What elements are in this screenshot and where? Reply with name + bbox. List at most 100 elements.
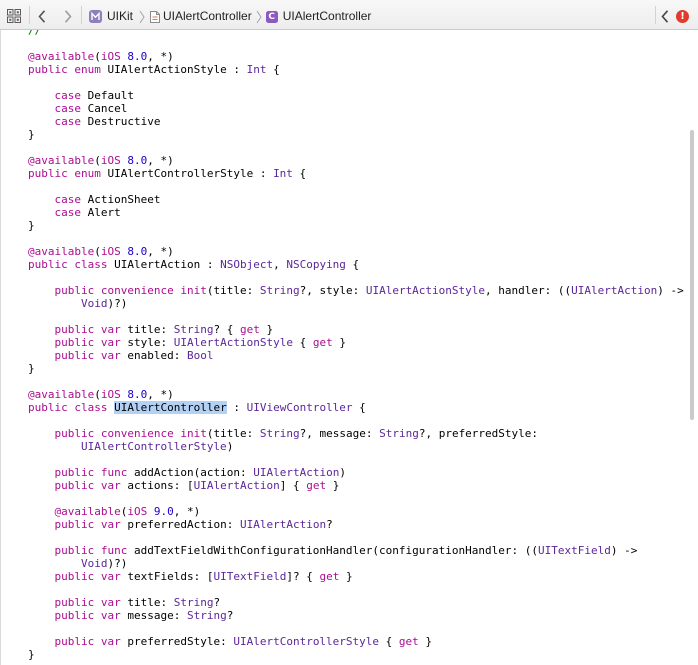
code-text: (title: bbox=[206, 284, 260, 297]
code-text: Alert bbox=[81, 206, 121, 219]
code-text: addTextFieldWithConfigurationHandler(con… bbox=[127, 544, 538, 557]
code-line[interactable]: public convenience init(title: String?, … bbox=[28, 284, 684, 297]
code-line[interactable]: public var enabled: Bool bbox=[28, 349, 684, 362]
code-line[interactable]: public func addAction(action: UIAlertAct… bbox=[28, 466, 684, 479]
code-keyword: public bbox=[28, 63, 68, 76]
path-item-file[interactable]: UIAlertController bbox=[150, 9, 252, 24]
blank-code-line[interactable] bbox=[28, 37, 684, 50]
code-line[interactable]: public enum UIAlertActionStyle : Int { bbox=[28, 63, 684, 76]
forward-button[interactable] bbox=[63, 9, 73, 23]
code-line[interactable]: public convenience init(title: String?, … bbox=[28, 427, 684, 440]
code-line[interactable]: public func addTextFieldWithConfiguratio… bbox=[28, 544, 684, 557]
code-text: ?, preferredStyle: bbox=[418, 427, 539, 440]
blank-code-line[interactable] bbox=[28, 232, 684, 245]
blank-code-line[interactable] bbox=[28, 180, 684, 193]
blank-code-line[interactable] bbox=[28, 76, 684, 89]
code-keyword: get bbox=[306, 479, 327, 492]
code-keyword: iOS bbox=[100, 245, 121, 258]
code-line[interactable]: public class UIAlertAction : NSObject, N… bbox=[28, 258, 684, 271]
code-type-name: UIAlertControllerStyle bbox=[233, 635, 380, 648]
code-text: { bbox=[379, 635, 399, 648]
code-keyword: iOS bbox=[100, 388, 121, 401]
code-line[interactable]: case Cancel bbox=[28, 102, 684, 115]
code-line[interactable]: @available(iOS 8.0, *) bbox=[28, 50, 684, 63]
path-separator-icon bbox=[139, 10, 145, 23]
code-type-name: UIAlertActionStyle bbox=[173, 336, 293, 349]
code-line[interactable]: Void)?) bbox=[28, 297, 684, 310]
error-icon[interactable]: ! bbox=[676, 10, 689, 23]
code-line[interactable]: @available(iOS 9.0, *) bbox=[28, 505, 684, 518]
code-type-name: UIViewController bbox=[246, 401, 353, 414]
code-line[interactable]: public var message: String? bbox=[28, 609, 684, 622]
blank-code-line[interactable] bbox=[28, 583, 684, 596]
code-line[interactable]: public var title: String? bbox=[28, 596, 684, 609]
code-type-name: UIAlertAction bbox=[239, 518, 327, 531]
code-line[interactable]: } bbox=[28, 219, 684, 232]
code-number: 8.0 bbox=[127, 245, 148, 258]
blank-code-line[interactable] bbox=[28, 453, 684, 466]
code-line[interactable]: case ActionSheet bbox=[28, 193, 684, 206]
code-text: { bbox=[292, 336, 313, 349]
code-line[interactable]: public enum UIAlertControllerStyle : Int… bbox=[28, 167, 684, 180]
code-line[interactable]: public var textFields: [UITextField]? { … bbox=[28, 570, 684, 583]
code-keyword: enum bbox=[74, 63, 101, 76]
code-keyword: @available bbox=[28, 50, 95, 63]
code-line[interactable]: case Default bbox=[28, 89, 684, 102]
code-line[interactable]: } bbox=[28, 362, 684, 375]
code-line[interactable]: public var preferredAction: UIAlertActio… bbox=[28, 518, 684, 531]
blank-code-line[interactable] bbox=[28, 271, 684, 284]
path-item-class[interactable]: C UIAlertController bbox=[265, 9, 371, 24]
code-text: ( bbox=[94, 245, 101, 258]
blank-code-line[interactable] bbox=[28, 310, 684, 323]
code-line[interactable]: @available(iOS 8.0, *) bbox=[28, 154, 684, 167]
code-text: } bbox=[326, 479, 340, 492]
chevron-left-icon bbox=[661, 9, 669, 23]
code-text: ]? { bbox=[286, 570, 320, 583]
code-line[interactable]: public var actions: [UIAlertAction] { ge… bbox=[28, 479, 684, 492]
code-line[interactable]: @available(iOS 8.0, *) bbox=[28, 388, 684, 401]
code-text: style: bbox=[120, 336, 174, 349]
blank-code-line[interactable] bbox=[28, 414, 684, 427]
code-text: } bbox=[28, 648, 35, 661]
back-button[interactable] bbox=[37, 9, 47, 23]
code-text: ? bbox=[213, 596, 221, 609]
code-line[interactable]: case Destructive bbox=[28, 115, 684, 128]
code-text: , *) bbox=[147, 50, 174, 63]
code-keyword: get bbox=[319, 570, 340, 583]
code-text: , *) bbox=[147, 154, 174, 167]
blank-code-line[interactable] bbox=[28, 492, 684, 505]
code-line[interactable]: UIAlertControllerStyle) bbox=[28, 440, 684, 453]
code-text: UIAlertActionStyle : bbox=[100, 63, 247, 76]
previous-issue-button[interactable] bbox=[660, 9, 670, 23]
code-line[interactable]: @available(iOS 8.0, *) bbox=[28, 245, 684, 258]
blank-code-line[interactable] bbox=[28, 141, 684, 154]
vertical-scrollbar[interactable] bbox=[690, 130, 694, 420]
code-text: , *) bbox=[147, 245, 174, 258]
code-line[interactable]: public class UIAlertController : UIViewC… bbox=[28, 401, 684, 414]
grid-icon bbox=[7, 9, 21, 23]
blank-code-line[interactable] bbox=[28, 622, 684, 635]
code-line[interactable]: public var title: String? { get } bbox=[28, 323, 684, 336]
code-line[interactable]: } bbox=[28, 648, 684, 661]
chevron-right-icon bbox=[64, 9, 72, 23]
code-line[interactable]: } bbox=[28, 128, 684, 141]
code-line[interactable]: case Alert bbox=[28, 206, 684, 219]
code-line[interactable]: // bbox=[28, 30, 684, 37]
blank-code-line[interactable] bbox=[28, 375, 684, 388]
blank-code-line[interactable] bbox=[28, 531, 684, 544]
code-line[interactable]: public var style: UIAlertActionStyle { g… bbox=[28, 336, 684, 349]
code-keyword: case bbox=[54, 102, 82, 115]
source-editor[interactable]: //@available(iOS 8.0, *) public enum UIAl… bbox=[0, 30, 698, 665]
code-keyword: @available bbox=[28, 154, 95, 167]
code-text: : bbox=[226, 401, 247, 414]
related-items-button[interactable] bbox=[7, 9, 21, 23]
code-line[interactable]: public var preferredStyle: UIAlertContro… bbox=[28, 635, 684, 648]
code-line[interactable]: Void)?) bbox=[28, 557, 684, 570]
path-item-uikit[interactable]: UIKit bbox=[89, 9, 133, 24]
